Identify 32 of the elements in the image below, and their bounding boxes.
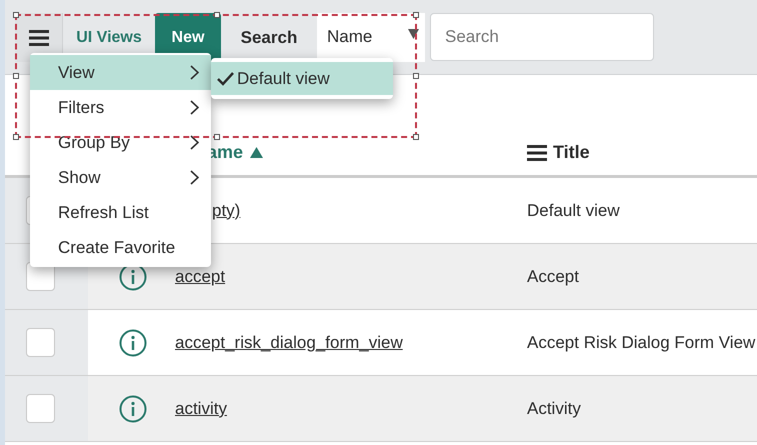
table-cell-text: Accept Risk Dialog Form View — [527, 332, 756, 354]
column-header[interactable]: Title — [553, 139, 590, 166]
list-title: UI Views — [75, 28, 143, 48]
chevron-right-icon — [190, 170, 199, 185]
info-icon[interactable] — [118, 394, 146, 422]
table-cell-text: Activity — [527, 398, 581, 420]
column-menu-icon — [527, 144, 547, 160]
record-link[interactable]: accept_risk_dialog_form_view — [175, 330, 403, 356]
row-checkbox[interactable] — [26, 394, 55, 423]
row-checkbox[interactable] — [26, 328, 55, 357]
record-link[interactable]: accept — [175, 264, 226, 290]
table-cell-text: Accept — [527, 266, 579, 288]
record-link[interactable]: activity — [175, 396, 227, 422]
chevron-right-icon — [190, 135, 199, 150]
chevron-right-icon — [190, 100, 199, 115]
search-field[interactable]: Search — [430, 13, 654, 61]
check-icon — [217, 72, 234, 86]
menu-item[interactable]: Show — [30, 160, 211, 195]
info-icon[interactable] — [118, 328, 146, 356]
dropdown-arrow-icon — [408, 29, 419, 39]
menu-icon — [28, 30, 48, 46]
sort-ascending-icon — [250, 147, 264, 158]
table-cell-text: Default view — [527, 200, 620, 222]
menu-item[interactable]: Create Favorite — [30, 230, 211, 265]
chevron-right-icon — [190, 65, 199, 80]
record-link[interactable]: pty) — [212, 198, 240, 224]
menu-item[interactable]: View — [30, 55, 211, 90]
search-label: Search — [240, 26, 298, 49]
search-field-select[interactable]: Name — [317, 13, 425, 62]
menu-item[interactable]: Default view — [211, 62, 393, 95]
menu-item[interactable]: Filters — [30, 90, 211, 125]
menu-item[interactable]: Refresh List — [30, 195, 211, 230]
